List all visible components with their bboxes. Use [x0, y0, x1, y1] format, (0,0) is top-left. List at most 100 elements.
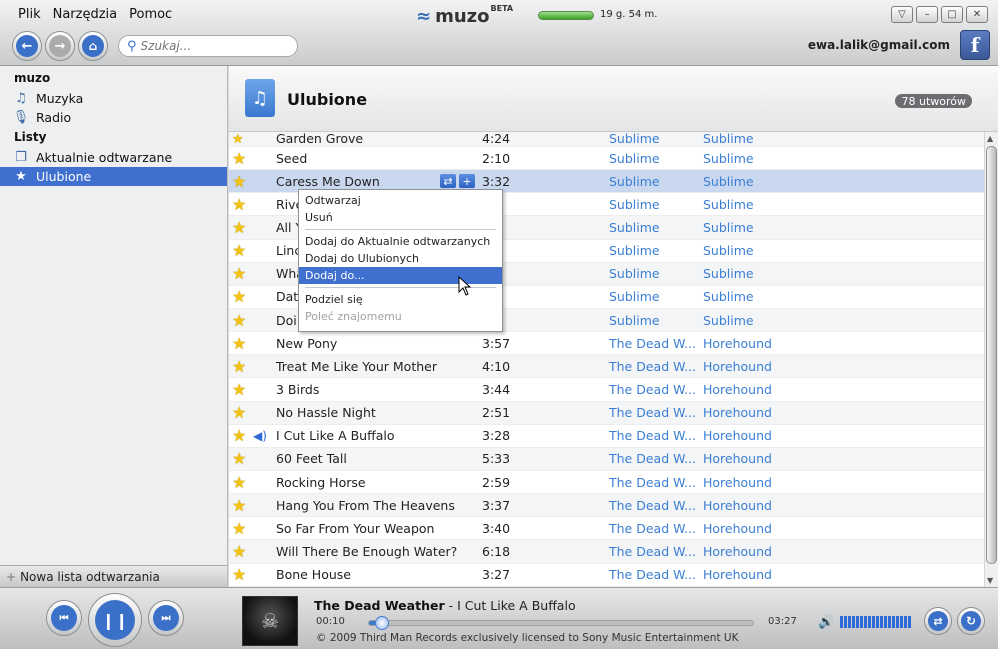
track-album[interactable]: Horehound [703, 382, 772, 397]
next-button[interactable]: ⏭ [148, 600, 184, 636]
star-icon[interactable]: ★ [232, 287, 254, 306]
track-artist[interactable]: Sublime [609, 197, 699, 212]
track-album[interactable]: Sublime [703, 132, 754, 146]
now-playing-artist[interactable]: The Dead Weather [314, 598, 445, 613]
table-row[interactable]: ★ Seed 2:10 Sublime Sublime [229, 147, 984, 171]
track-artist[interactable]: Sublime [609, 220, 699, 235]
repeat-button[interactable]: ↻ [957, 607, 985, 635]
sidebar-item-radio[interactable]: 🎙 Radio [0, 108, 227, 127]
track-album[interactable]: Horehound [703, 359, 772, 374]
star-icon[interactable]: ★ [232, 149, 254, 168]
menu-plik[interactable]: Plik [18, 7, 41, 22]
menu-item-remove[interactable]: Usuń [299, 209, 502, 226]
track-album[interactable]: Horehound [703, 336, 772, 351]
scrollbar-thumb[interactable] [986, 146, 997, 564]
track-artist[interactable]: The Dead W... [609, 405, 699, 420]
track-artist[interactable]: Sublime [609, 266, 699, 281]
star-icon[interactable]: ★ [232, 311, 254, 330]
menu-pomoc[interactable]: Pomoc [129, 7, 172, 22]
track-album[interactable]: Horehound [703, 544, 772, 559]
table-row[interactable]: ★ New Pony 3:57 The Dead W... Horehound [229, 332, 984, 356]
track-artist[interactable]: Sublime [609, 313, 699, 328]
track-album[interactable]: Sublime [703, 220, 754, 235]
track-album[interactable]: Horehound [703, 498, 772, 513]
track-artist[interactable]: The Dead W... [609, 521, 699, 536]
track-album[interactable]: Sublime [703, 243, 754, 258]
star-icon[interactable]: ★ [232, 426, 250, 445]
star-icon[interactable]: ★ [232, 403, 254, 422]
facebook-icon[interactable]: f [960, 30, 990, 60]
table-row[interactable]: ★ Treat Me Like Your Mother 4:10 The Dea… [229, 355, 984, 379]
star-icon[interactable]: ★ [232, 218, 254, 237]
track-artist[interactable]: Sublime [609, 132, 699, 146]
track-album[interactable]: Horehound [703, 475, 772, 490]
progress-knob[interactable] [375, 616, 389, 630]
menu-item-add-to-current[interactable]: Dodaj do Aktualnie odtwarzanych [299, 233, 502, 250]
sidebar-item-aktualnie-odtwarzane[interactable]: ❐ Aktualnie odtwarzane [0, 148, 227, 167]
vertical-scrollbar[interactable]: ▲ ▼ [984, 132, 998, 587]
minimize-icon[interactable]: – [916, 6, 938, 23]
scroll-down-icon[interactable]: ▼ [987, 576, 993, 585]
track-album[interactable]: Sublime [703, 266, 754, 281]
back-button[interactable]: ← [12, 31, 42, 61]
pause-button[interactable]: ❙❙ [88, 593, 142, 647]
table-row[interactable]: ★ Will There Be Enough Water? 6:18 The D… [229, 540, 984, 564]
track-album[interactable]: Sublime [703, 197, 754, 212]
track-artist[interactable]: Sublime [609, 151, 699, 166]
star-icon[interactable]: ★ [232, 565, 254, 584]
star-icon[interactable]: ★ [232, 519, 254, 538]
sidebar-item-muzyka[interactable]: ♫ Muzyka [0, 89, 227, 108]
track-album[interactable]: Horehound [703, 521, 772, 536]
home-button[interactable]: ⌂ [78, 31, 108, 61]
star-icon[interactable]: ★ [232, 195, 254, 214]
volume-slider[interactable] [840, 616, 911, 628]
table-row-now-playing[interactable]: ★ ◀) I Cut Like A Buffalo 3:28 The Dead … [229, 425, 984, 448]
track-artist[interactable]: The Dead W... [609, 359, 699, 374]
share-icon[interactable]: ⇄ [440, 174, 456, 189]
previous-button[interactable]: ⏮ [46, 600, 82, 636]
search-input[interactable] [140, 39, 291, 53]
star-icon[interactable]: ★ [232, 449, 254, 468]
track-artist[interactable]: The Dead W... [609, 475, 699, 490]
menu-item-add-to-favorites[interactable]: Dodaj do Ulubionych [299, 250, 502, 267]
track-artist[interactable]: Sublime [609, 243, 699, 258]
track-artist[interactable]: The Dead W... [609, 567, 699, 582]
star-icon[interactable]: ★ [232, 133, 254, 146]
star-icon[interactable]: ★ [232, 172, 254, 191]
track-artist[interactable]: The Dead W... [609, 451, 699, 466]
track-artist[interactable]: The Dead W... [609, 498, 699, 513]
track-artist[interactable]: The Dead W... [609, 428, 699, 443]
track-album[interactable]: Horehound [703, 428, 772, 443]
table-row[interactable]: ★ Garden Grove 4:24 Sublime Sublime [229, 132, 984, 147]
track-album[interactable]: Sublime [703, 289, 754, 304]
track-album[interactable]: Horehound [703, 405, 772, 420]
track-artist[interactable]: The Dead W... [609, 544, 699, 559]
menu-item-play[interactable]: Odtwarzaj [299, 192, 502, 209]
track-album[interactable]: Horehound [703, 567, 772, 582]
star-icon[interactable]: ★ [232, 334, 254, 353]
track-album[interactable]: Sublime [703, 174, 754, 189]
star-icon[interactable]: ★ [232, 473, 254, 492]
star-icon[interactable]: ★ [232, 496, 254, 515]
scroll-up-icon[interactable]: ▲ [987, 134, 993, 143]
track-artist[interactable]: The Dead W... [609, 382, 699, 397]
table-row[interactable]: ★ Bone House 3:27 The Dead W... Horehoun… [229, 564, 984, 587]
forward-button[interactable]: → [45, 31, 75, 61]
star-icon[interactable]: ★ [232, 241, 254, 260]
table-row[interactable]: ★ So Far From Your Weapon 3:40 The Dead … [229, 517, 984, 541]
star-icon[interactable]: ★ [232, 542, 254, 561]
volume-icon[interactable]: 🔊 [818, 615, 834, 630]
track-album[interactable]: Sublime [703, 313, 754, 328]
sidebar-item-ulubione[interactable]: ★ Ulubione [0, 167, 227, 186]
star-icon[interactable]: ★ [232, 380, 254, 399]
close-icon[interactable]: ✕ [966, 6, 988, 23]
dropdown-icon[interactable]: ▽ [891, 6, 913, 23]
track-artist[interactable]: Sublime [609, 289, 699, 304]
star-icon[interactable]: ★ [232, 264, 254, 283]
track-artist[interactable]: Sublime [609, 174, 699, 189]
menu-narzedzia[interactable]: Narzędzia [53, 7, 118, 22]
track-artist[interactable]: The Dead W... [609, 336, 699, 351]
table-row[interactable]: ★ 60 Feet Tall 5:33 The Dead W... Horeho… [229, 447, 984, 471]
track-album[interactable]: Horehound [703, 451, 772, 466]
maximize-icon[interactable]: □ [941, 6, 963, 23]
